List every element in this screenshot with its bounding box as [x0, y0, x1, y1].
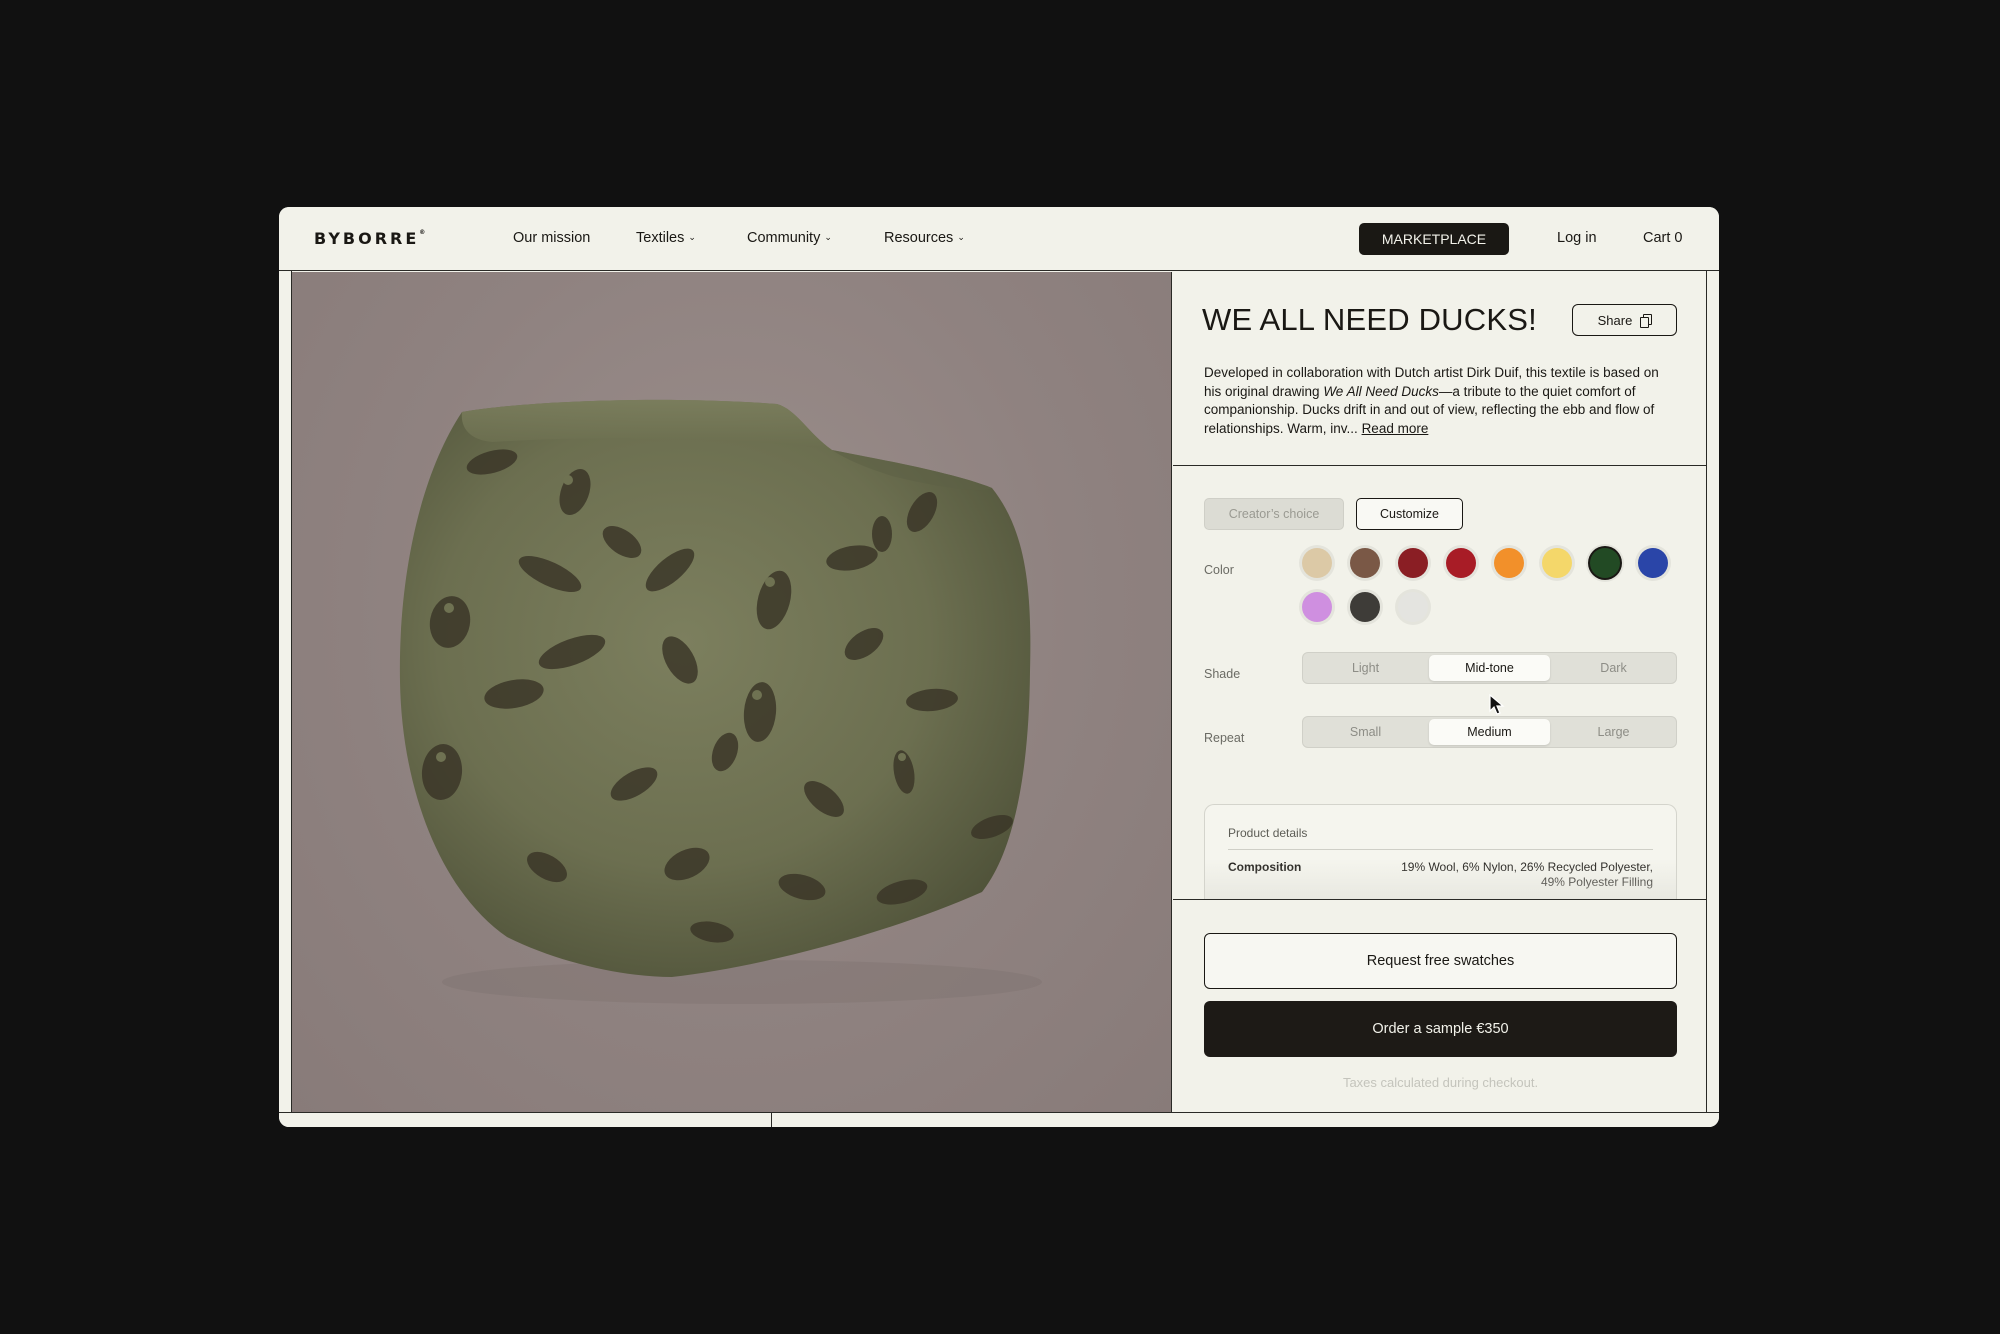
top-nav: BYBORRE® Our mission Textiles ⌄ Community… [279, 207, 1719, 271]
share-button[interactable]: Share [1572, 304, 1677, 336]
color-swatch[interactable] [1542, 548, 1572, 578]
product-details-card[interactable]: Product details Composition 19% Wool, 6%… [1204, 804, 1677, 899]
chevron-down-icon: ⌄ [688, 232, 696, 242]
color-swatch[interactable] [1494, 548, 1524, 578]
color-swatch[interactable] [1638, 548, 1668, 578]
product-details-heading: Product details [1228, 826, 1308, 840]
chevron-down-icon: ⌄ [957, 232, 965, 242]
order-sample-button[interactable]: Order a sample €350 [1204, 1001, 1677, 1057]
brand-logo[interactable]: BYBORRE® [314, 229, 425, 248]
creators-choice-tab[interactable]: Creator’s choice [1204, 498, 1344, 530]
shade-dark-option[interactable]: Dark [1553, 655, 1674, 681]
color-swatch[interactable] [1302, 548, 1332, 578]
composition-value: 19% Wool, 6% Nylon, 26% Recycled Polyest… [1401, 860, 1653, 889]
guide-line-right [1706, 207, 1707, 1127]
shade-selector: Light Mid-tone Dark [1302, 652, 1677, 684]
read-more-link[interactable]: Read more [1362, 421, 1429, 436]
repeat-small-option[interactable]: Small [1305, 719, 1426, 745]
share-label: Share [1597, 312, 1633, 328]
color-swatch[interactable] [1398, 548, 1428, 578]
divider [771, 1113, 772, 1127]
fabric-pouf-render [399, 399, 1042, 1004]
cart-link[interactable]: Cart 0 [1643, 230, 1683, 246]
product-3d-viewer[interactable] [292, 272, 1172, 1112]
nav-textiles[interactable]: Textiles ⌄ [636, 230, 696, 246]
mouse-cursor-icon [1489, 694, 1505, 715]
nav-our-mission[interactable]: Our mission [513, 230, 590, 246]
chevron-down-icon: ⌄ [824, 232, 832, 242]
login-link[interactable]: Log in [1557, 230, 1597, 246]
shade-label: Shade [1204, 667, 1241, 681]
product-panel: WE ALL NEED DUCKS! Share Developed in co… [1173, 272, 1706, 1112]
product-description: Developed in collaboration with Dutch ar… [1204, 365, 1659, 436]
color-swatch[interactable] [1350, 592, 1380, 622]
color-swatch[interactable] [1398, 592, 1428, 622]
repeat-selector: Small Medium Large [1302, 716, 1677, 748]
nav-resources[interactable]: Resources ⌄ [884, 230, 965, 246]
request-swatches-button[interactable]: Request free swatches [1204, 933, 1677, 989]
product-title: WE ALL NEED DUCKS! [1202, 302, 1537, 337]
color-label: Color [1204, 563, 1234, 577]
repeat-large-option[interactable]: Large [1553, 719, 1674, 745]
app-window: BYBORRE® Our mission Textiles ⌄ Community… [279, 207, 1719, 1127]
divider [1228, 849, 1653, 850]
repeat-medium-option[interactable]: Medium [1429, 719, 1550, 745]
marketplace-button[interactable]: MARKETPLACE [1359, 223, 1509, 255]
color-swatch[interactable] [1590, 548, 1620, 578]
shade-light-option[interactable]: Light [1305, 655, 1426, 681]
divider [1173, 899, 1706, 900]
shade-mid-tone-option[interactable]: Mid-tone [1429, 655, 1550, 681]
composition-label: Composition [1228, 860, 1302, 874]
color-swatch[interactable] [1302, 592, 1332, 622]
nav-community[interactable]: Community ⌄ [747, 230, 832, 246]
copy-icon [1640, 314, 1653, 328]
bottom-strip [279, 1112, 1719, 1127]
color-swatch[interactable] [1350, 548, 1380, 578]
tax-note: Taxes calculated during checkout. [1342, 1075, 1539, 1090]
divider [1173, 465, 1706, 466]
customize-tab[interactable]: Customize [1356, 498, 1463, 530]
color-swatch[interactable] [1446, 548, 1476, 578]
repeat-label: Repeat [1204, 731, 1245, 745]
